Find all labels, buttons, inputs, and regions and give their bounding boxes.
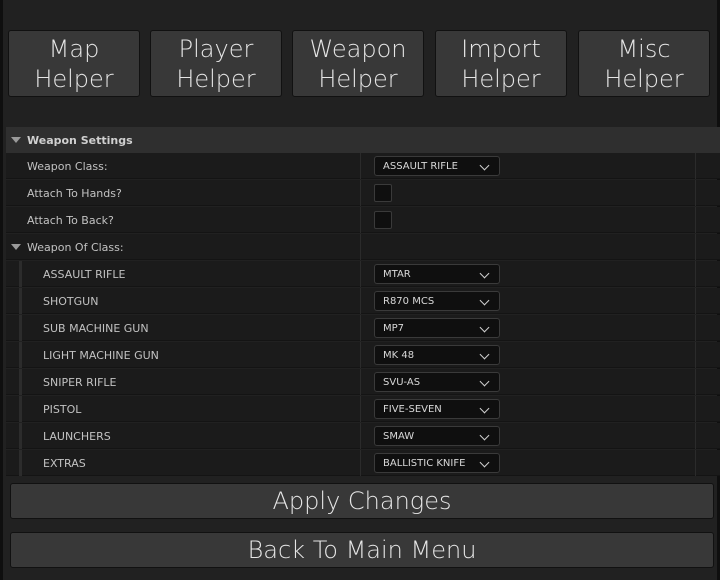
weapon-helper-button[interactable]: Weapon Helper [292,30,424,97]
weapon-dropdown-pistol[interactable]: FIVE-SEVEN [374,399,500,419]
weapon-dropdown-assault-rifle[interactable]: MTAR [374,264,500,284]
import-helper-button[interactable]: Import Helper [435,30,567,97]
weapon-row-extras: EXTRAS BALLISTIC KNIFE [6,450,720,476]
weapon-class-name: SUB MACHINE GUN [43,321,149,335]
collapse-icon[interactable] [11,244,21,250]
attach-hands-checkbox[interactable] [374,184,392,202]
weapon-class-value: ASSAULT RIFLE [383,160,458,172]
attach-back-checkbox[interactable] [374,211,392,229]
weapon-row-sniper-rifle: SNIPER RIFLE SVU-AS [6,369,720,395]
back-to-main-menu-button[interactable]: Back To Main Menu [10,532,714,568]
attach-hands-row: Attach To Hands? [6,180,720,206]
weapon-class-dropdown[interactable]: ASSAULT RIFLE [374,156,500,176]
weapon-row-pistol: PISTOL FIVE-SEVEN [6,396,720,422]
weapon-class-label: Weapon Class: [27,159,108,173]
helper-toolbar: Map Helper Player Helper Weapon Helper I… [3,0,720,110]
weapon-row-light-machine-gun: LIGHT MACHINE GUN MK 48 [6,342,720,368]
chevron-down-icon [479,268,490,279]
chevron-down-icon [479,430,490,441]
weapon-helper-window: Map Helper Player Helper Weapon Helper I… [0,0,720,580]
weapon-dropdown-light-machine-gun[interactable]: MK 48 [374,345,500,365]
chevron-down-icon [479,403,490,414]
chevron-down-icon [479,160,490,171]
misc-helper-button[interactable]: Misc Helper [578,30,710,97]
apply-changes-button[interactable]: Apply Changes [10,483,714,519]
weapon-class-name: SNIPER RIFLE [43,375,117,389]
weapon-class-name: SHOTGUN [43,294,99,308]
weapon-dropdown-sniper-rifle[interactable]: SVU-AS [374,372,500,392]
attach-hands-label: Attach To Hands? [27,186,122,200]
weapon-row-launchers: LAUNCHERS SMAW [6,423,720,449]
weapon-dropdown-launchers[interactable]: SMAW [374,426,500,446]
weapon-settings-header[interactable]: Weapon Settings [6,127,720,153]
weapon-class-name: LAUNCHERS [43,429,111,443]
weapon-row-assault-rifle: ASSAULT RIFLE MTAR [6,261,720,287]
chevron-down-icon [479,349,490,360]
weapon-dropdown-shotgun[interactable]: R870 MCS [374,291,500,311]
weapon-class-name: ASSAULT RIFLE [43,267,126,281]
weapon-row-shotgun: SHOTGUN R870 MCS [6,288,720,314]
weapon-dropdown-extras[interactable]: BALLISTIC KNIFE [374,453,500,473]
chevron-down-icon [479,457,490,468]
chevron-down-icon [479,322,490,333]
weapon-class-row: Weapon Class: ASSAULT RIFLE [6,153,720,179]
weapon-row-sub-machine-gun: SUB MACHINE GUN MP7 [6,315,720,341]
weapon-dropdown-sub-machine-gun[interactable]: MP7 [374,318,500,338]
weapon-of-class-label: Weapon Of Class: [27,240,124,254]
attach-back-label: Attach To Back? [27,213,114,227]
section-title: Weapon Settings [27,133,133,147]
chevron-down-icon [479,295,490,306]
chevron-down-icon [479,376,490,387]
weapon-class-name: PISTOL [43,402,82,416]
weapon-class-name: LIGHT MACHINE GUN [43,348,159,362]
player-helper-button[interactable]: Player Helper [150,30,282,97]
map-helper-button[interactable]: Map Helper [8,30,140,97]
attach-back-row: Attach To Back? [6,207,720,233]
weapon-class-name: EXTRAS [43,456,86,470]
weapon-of-class-row[interactable]: Weapon Of Class: [6,234,720,260]
collapse-icon[interactable] [11,137,21,143]
